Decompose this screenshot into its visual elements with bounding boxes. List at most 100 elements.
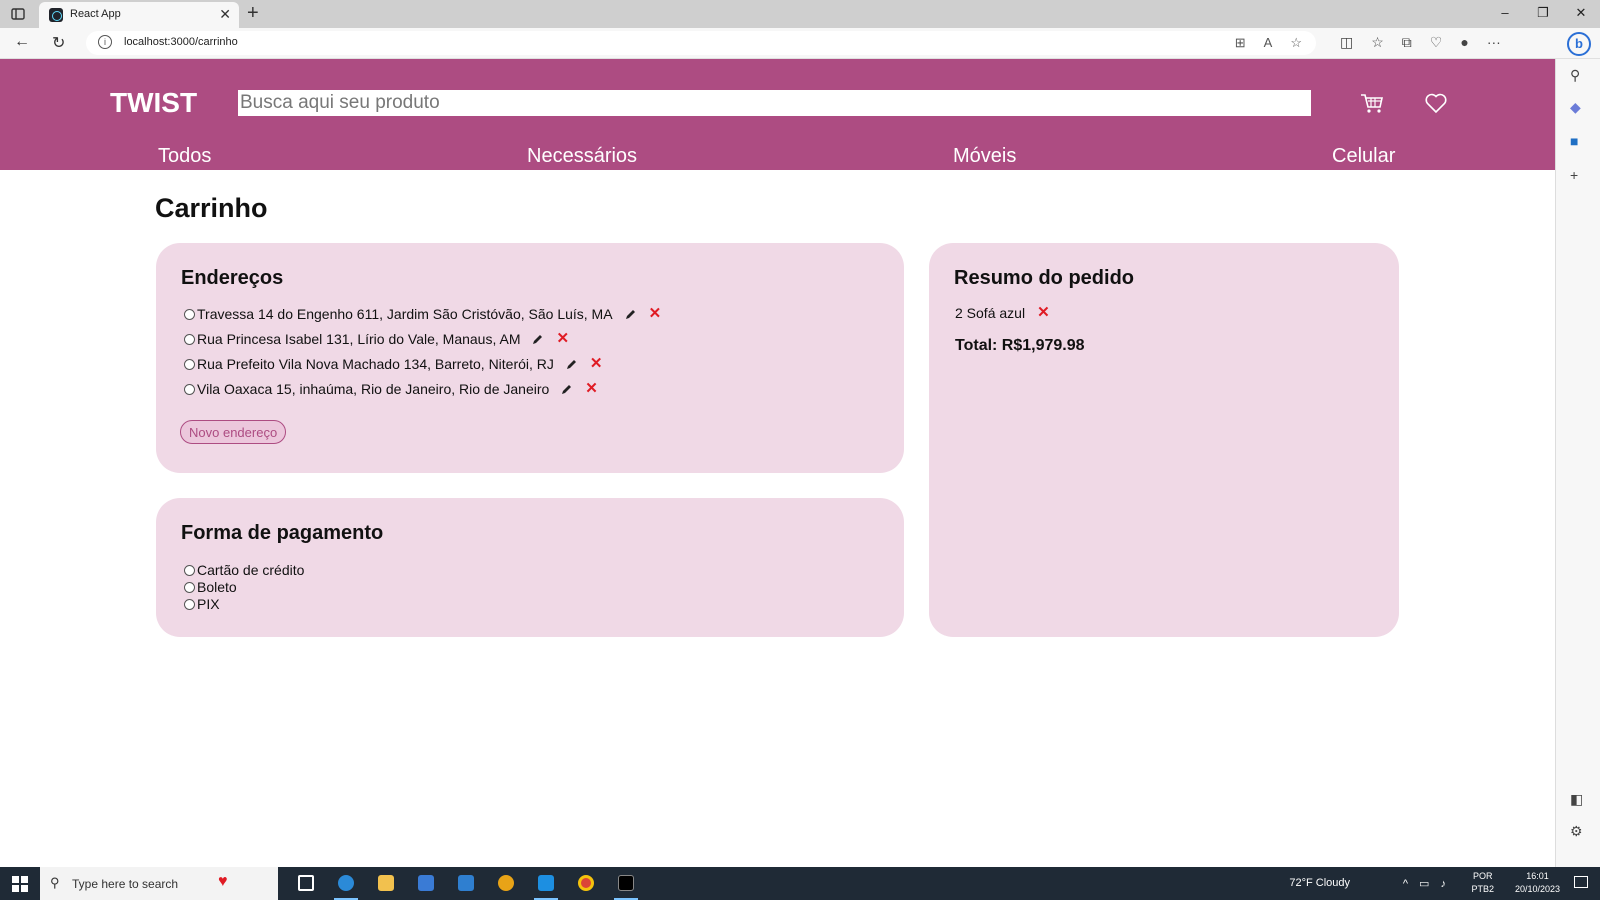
delete-x-icon[interactable]: ✕ [556, 331, 569, 346]
browser-toolbar: ← ↻ i localhost:3000/carrinho ⊞ A ☆ ◫ ☆ … [0, 28, 1600, 59]
nav-todos[interactable]: Todos [158, 145, 211, 168]
profile-icon[interactable]: ● [1460, 34, 1468, 51]
site-info-icon[interactable]: i [98, 35, 112, 49]
new-address-button[interactable]: Novo endereço [180, 420, 287, 444]
sidebar-settings-icon[interactable]: ⚙ [1570, 823, 1583, 840]
address-radio[interactable] [184, 333, 195, 345]
taskbar-search-placeholder: Type here to search [72, 877, 179, 891]
sidebar-outlook-icon[interactable]: ■ [1570, 133, 1578, 149]
favorites-icon[interactable]: ☆ [1371, 34, 1384, 51]
sidebar-search-icon[interactable]: ⚲ [1570, 67, 1580, 84]
tab-title: React App [70, 8, 121, 20]
pencil-icon[interactable] [625, 308, 637, 320]
windows-taskbar: ⚲ Type here to search ♥ 72°F Cloudy ^ ▭ … [0, 867, 1600, 900]
payment-radio[interactable] [184, 581, 195, 593]
file-explorer-icon[interactable] [366, 867, 406, 900]
delete-x-icon[interactable]: ✕ [590, 356, 603, 371]
browser-tab-bar: React App ✕ + – ❐ ✕ [0, 0, 1600, 28]
sidebar-copilot-icon[interactable]: ◆ [1570, 99, 1581, 116]
tray-icons[interactable]: ^ ▭ ♪ [1403, 877, 1450, 890]
split-screen-icon[interactable]: ◫ [1340, 34, 1353, 51]
address-item[interactable]: Vila Oaxaca 15, inhaúma, Rio de Janeiro,… [184, 380, 598, 398]
search-input[interactable] [238, 90, 1311, 116]
site-header: TWIST Todos Necessários Móveis Celular [0, 59, 1555, 170]
cart-item: 2 Sofá azul ✕ [955, 305, 1050, 321]
delete-x-icon[interactable]: ✕ [1037, 305, 1050, 320]
payment-option-label: PIX [197, 596, 220, 612]
order-summary-card: Resumo do pedido 2 Sofá azul ✕ Total: R$… [929, 243, 1399, 637]
language-indicator[interactable]: POR PTB2 [1471, 870, 1494, 896]
chrome-canary-icon[interactable] [486, 867, 526, 900]
order-total: Total: R$1,979.98 [955, 337, 1085, 354]
restore-icon[interactable]: ❐ [1524, 0, 1562, 28]
clock-date: 20/10/2023 [1514, 884, 1560, 894]
windows-start-icon[interactable] [12, 876, 28, 892]
clock-time: 16:01 [1526, 871, 1549, 881]
address-item[interactable]: Rua Princesa Isabel 131, Lírio do Vale, … [184, 330, 569, 348]
terminal-icon[interactable] [606, 867, 646, 900]
new-tab-icon[interactable]: + [247, 2, 259, 25]
addresses-title: Endereços [181, 267, 284, 289]
address-radio[interactable] [184, 308, 195, 320]
favorite-star-icon[interactable]: ☆ [1290, 35, 1302, 51]
edge-taskbar-icon[interactable] [326, 867, 366, 900]
nav-necessarios[interactable]: Necessários [527, 145, 637, 168]
payment-option[interactable]: Cartão de crédito [184, 562, 304, 578]
tab-close-icon[interactable]: ✕ [219, 6, 231, 23]
clock[interactable]: 16:01 20/10/2023 [1515, 870, 1560, 896]
browser-toolbar-icons: ◫ ☆ ⧉ ♡ ● ··· [1340, 34, 1501, 51]
address-radio[interactable] [184, 383, 195, 395]
back-icon[interactable]: ← [14, 33, 30, 51]
summary-title: Resumo do pedido [954, 267, 1134, 289]
payment-radio[interactable] [184, 598, 195, 610]
payment-option[interactable]: PIX [184, 596, 220, 612]
address-item[interactable]: Travessa 14 do Engenho 611, Jardim São C… [184, 305, 661, 323]
mail-icon[interactable] [446, 867, 486, 900]
store-icon[interactable] [406, 867, 446, 900]
app-available-icon[interactable]: ⊞ [1235, 35, 1246, 51]
taskbar-apps [286, 867, 646, 900]
payment-option[interactable]: Boleto [184, 579, 237, 595]
refresh-icon[interactable]: ↻ [52, 33, 65, 53]
browser-essentials-icon[interactable]: ♡ [1430, 34, 1443, 51]
nav-moveis[interactable]: Móveis [953, 145, 1016, 168]
vscode-icon[interactable] [526, 867, 566, 900]
url-text[interactable]: localhost:3000/carrinho [124, 36, 238, 48]
address-text: Vila Oaxaca 15, inhaúma, Rio de Janeiro,… [197, 381, 550, 397]
browser-tab[interactable]: React App ✕ [39, 2, 239, 28]
language-code: POR [1472, 871, 1493, 881]
tab-actions-icon[interactable] [10, 6, 26, 22]
pencil-icon[interactable] [566, 358, 578, 370]
system-tray: 72°F Cloudy ^ ▭ ♪ POR PTB2 16:01 20/10/2… [1200, 867, 1600, 900]
pencil-icon[interactable] [532, 333, 544, 345]
address-bar-icons: ⊞ A ☆ [1235, 35, 1302, 51]
bing-copilot-icon[interactable]: b [1567, 32, 1591, 56]
heart-icon[interactable] [1424, 91, 1448, 115]
minimize-icon[interactable]: – [1486, 0, 1524, 28]
cart-icon[interactable] [1360, 91, 1384, 115]
nav-celular[interactable]: Celular [1332, 145, 1395, 168]
chrome-icon[interactable] [566, 867, 606, 900]
delete-x-icon[interactable]: ✕ [585, 381, 598, 396]
delete-x-icon[interactable]: ✕ [649, 306, 662, 321]
weather-widget[interactable]: 72°F Cloudy [1289, 877, 1350, 889]
address-text: Rua Prefeito Vila Nova Machado 134, Barr… [197, 356, 554, 372]
site-logo[interactable]: TWIST [110, 87, 197, 119]
collections-icon[interactable]: ⧉ [1402, 34, 1412, 51]
sidebar-panel-icon[interactable]: ◧ [1570, 791, 1583, 808]
payment-option-label: Boleto [197, 579, 237, 595]
payment-radio[interactable] [184, 564, 195, 576]
taskbar-search-box[interactable]: ⚲ Type here to search ♥ [40, 867, 278, 900]
address-item[interactable]: Rua Prefeito Vila Nova Machado 134, Barr… [184, 355, 603, 373]
payment-card: Forma de pagamento Cartão de crédito Bol… [156, 498, 904, 637]
address-bar[interactable]: i localhost:3000/carrinho ⊞ A ☆ [86, 31, 1316, 55]
more-options-icon[interactable]: ··· [1487, 34, 1501, 51]
close-window-icon[interactable]: ✕ [1562, 0, 1600, 28]
cart-item-text: 2 Sofá azul [955, 305, 1026, 321]
address-radio[interactable] [184, 358, 195, 370]
pencil-icon[interactable] [561, 383, 573, 395]
read-aloud-icon[interactable]: A [1264, 35, 1273, 51]
task-view-icon[interactable] [286, 867, 326, 900]
sidebar-add-icon[interactable]: + [1570, 167, 1578, 183]
notification-icon[interactable] [1574, 876, 1588, 888]
